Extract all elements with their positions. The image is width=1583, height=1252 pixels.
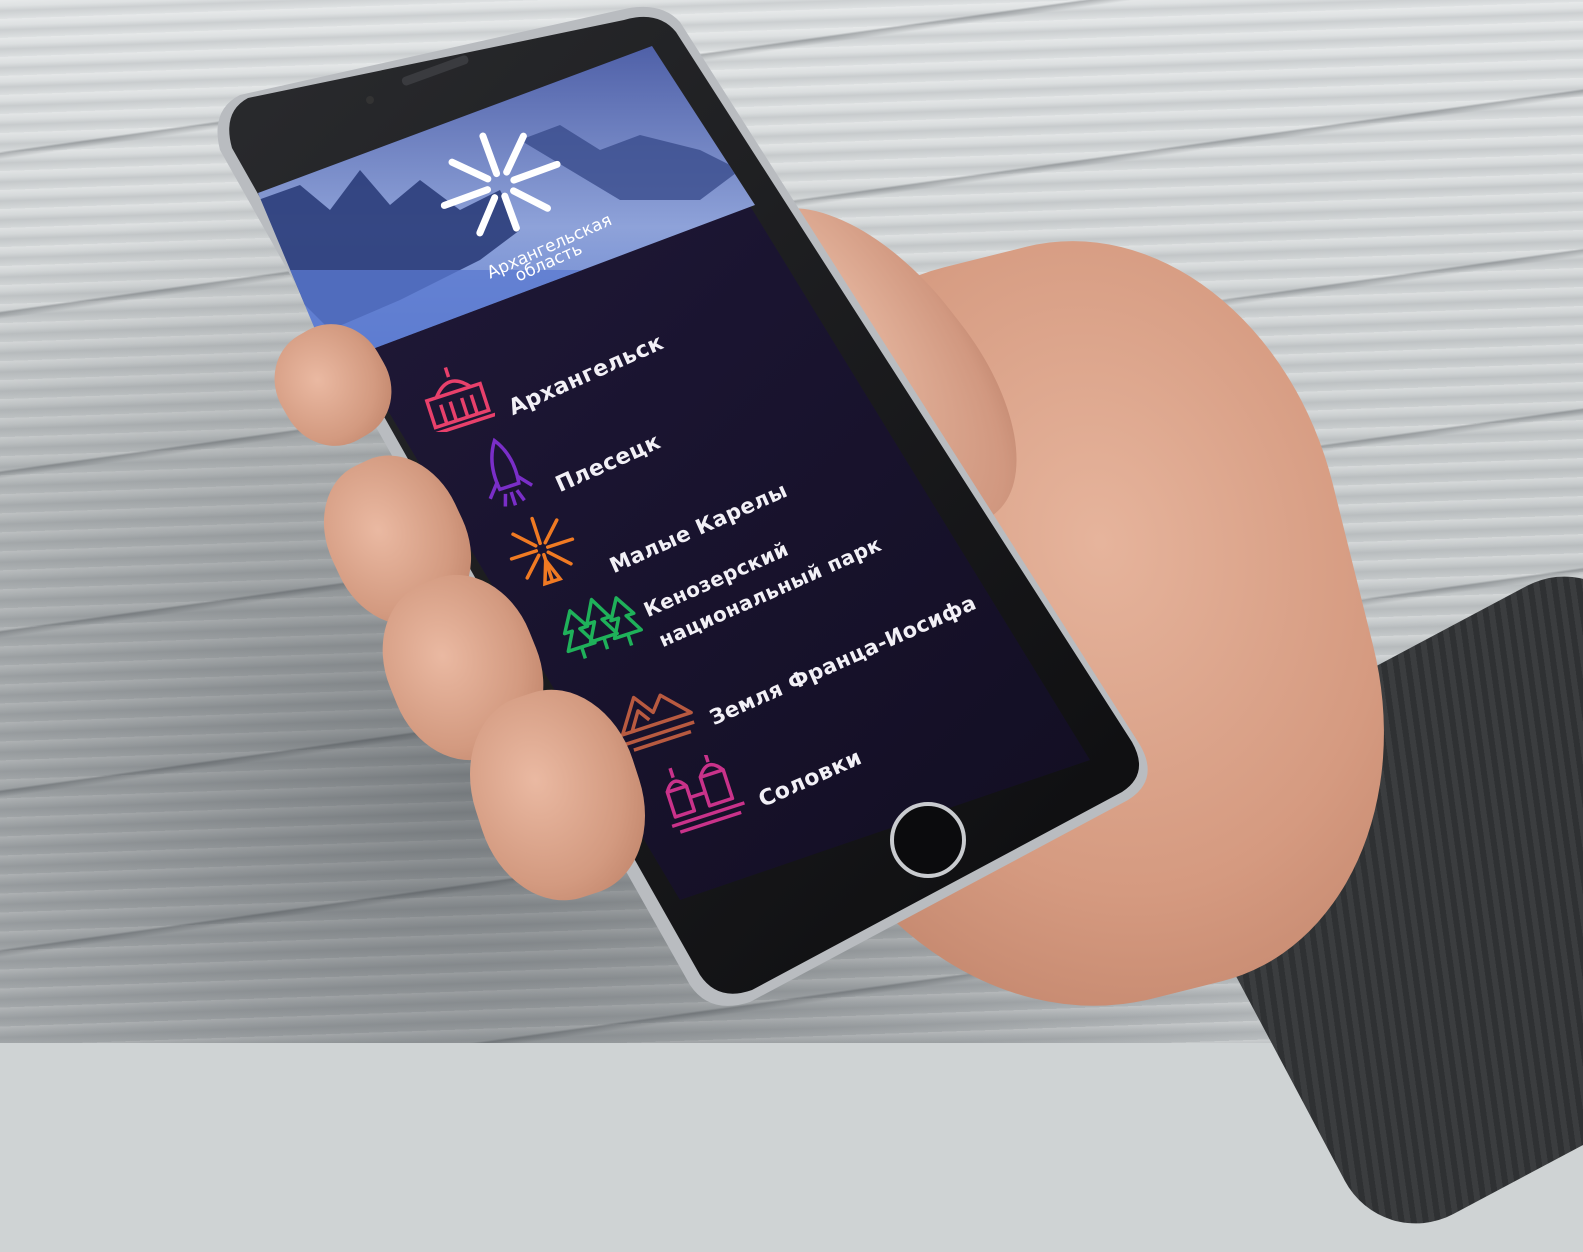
- rocket-icon: [488, 437, 534, 507]
- sunburst-windmill-icon: [509, 516, 575, 587]
- home-button-icon: [890, 802, 966, 878]
- sun-burst-icon: [440, 132, 561, 237]
- mountains-icon: [620, 693, 695, 752]
- phone-device: Архангельская область Архангельск Плесец…: [0, 0, 1583, 1043]
- pine-trees-icon: [562, 596, 643, 659]
- monastery-icon: [665, 755, 745, 834]
- church-icon: [424, 366, 495, 432]
- phone-frame: [217, 6, 1148, 1006]
